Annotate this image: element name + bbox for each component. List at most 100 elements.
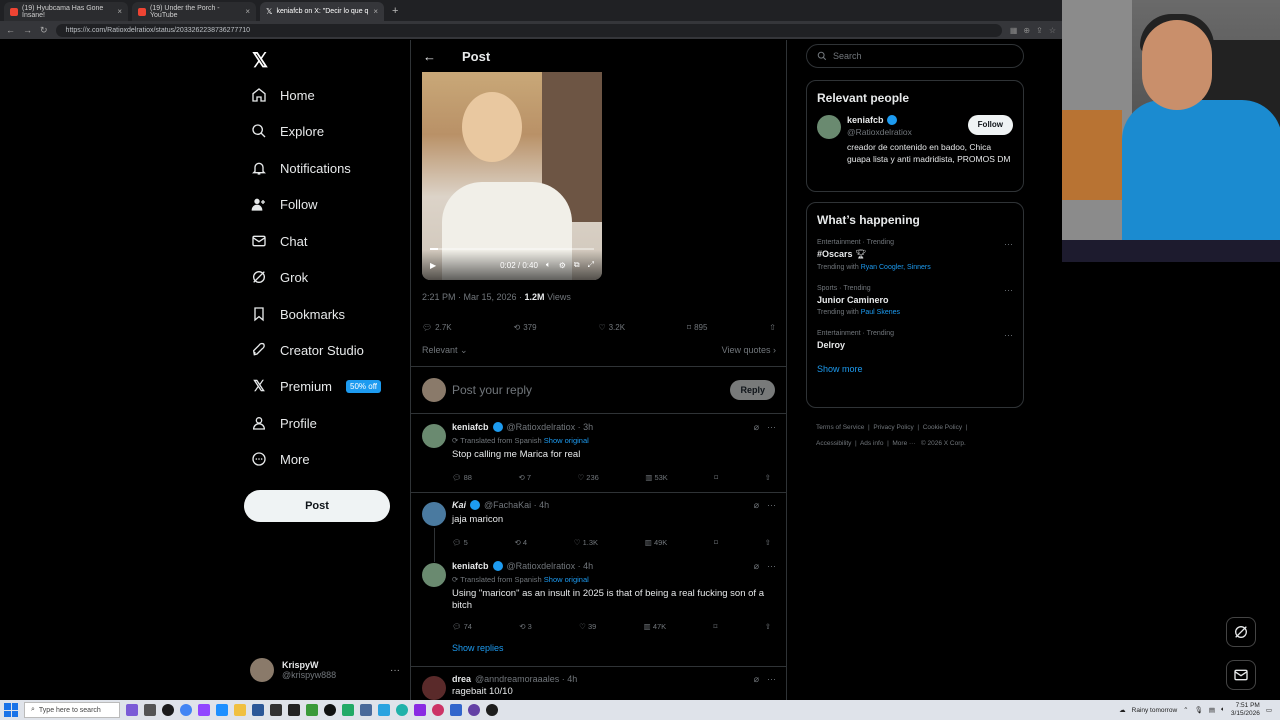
follow-button[interactable]: Follow (967, 115, 1013, 135)
nav-creator-studio[interactable]: Creator Studio (250, 341, 364, 359)
nav-follow[interactable]: Follow (250, 195, 318, 213)
close-tab-icon[interactable]: × (245, 7, 250, 16)
grok-icon[interactable]: ⌀ (754, 561, 759, 572)
reply-author-name[interactable]: drea (452, 674, 471, 684)
show-original-link[interactable]: Show original (544, 436, 589, 445)
more-dots-icon[interactable]: ··· (1004, 330, 1013, 340)
bookmark-star-icon[interactable]: ☆ (1049, 26, 1056, 35)
more-dots-icon[interactable]: ··· (1004, 285, 1013, 295)
repost-action[interactable]: ⟲ 379 (514, 323, 537, 332)
person-card[interactable]: keniafcb @Ratioxdelratiox Follow (817, 115, 1013, 139)
clock[interactable]: 7:51 PM 3/15/2026 (1231, 702, 1260, 718)
reply-author-name[interactable]: Kai (452, 500, 466, 510)
more-dots-icon[interactable]: ··· (767, 674, 776, 685)
new-tab-icon[interactable]: + (392, 2, 398, 21)
reply-action[interactable]: 💬︎ 2.7K (422, 323, 452, 332)
twitch-icon[interactable] (198, 704, 210, 716)
app-icon[interactable] (396, 704, 408, 716)
repost-action[interactable]: ⟲ 4 (515, 538, 528, 547)
nav-more[interactable]: More (250, 450, 310, 468)
chrome-icon[interactable] (180, 704, 192, 716)
footer-link[interactable]: Privacy Policy (873, 424, 913, 431)
views-action[interactable]: ▥ 49K (645, 538, 668, 547)
x-logo-icon[interactable]: 𝕏 (252, 48, 268, 73)
extensions-icon[interactable]: ▦ (1010, 26, 1018, 35)
network-icon[interactable]: ▤ (1209, 706, 1215, 714)
browser-tab[interactable]: (19) Hyubcama Has Gone Insane! × (4, 2, 128, 21)
task-view-icon[interactable] (144, 704, 156, 716)
more-dots-icon[interactable]: ··· (767, 500, 776, 511)
bookmark-icon[interactable]: ⌑ (714, 622, 718, 631)
browser-tab[interactable]: (19) Under the Porch - YouTube × (132, 2, 256, 21)
app-icon[interactable] (270, 704, 282, 716)
edge-icon[interactable] (216, 704, 228, 716)
show-original-link[interactable]: Show original (544, 575, 589, 584)
trend-item[interactable]: Entertainment · Trending #Oscars 🏆︎ Tren… (817, 239, 1013, 271)
like-action[interactable]: ♡ 236 (577, 473, 598, 482)
app-icon[interactable] (288, 704, 300, 716)
like-action[interactable]: ♡ 3.2K (598, 323, 625, 332)
share-icon[interactable]: ⇪ (1036, 26, 1043, 35)
notifications-icon[interactable]: ▭ (1266, 706, 1272, 714)
footer-link[interactable]: Accessibility (816, 440, 851, 447)
nav-premium[interactable]: 𝕏 Premium 50% off (250, 377, 381, 395)
reply-author-handle[interactable]: @FachaKai · 4h (484, 500, 549, 510)
more-dots-icon[interactable]: ··· (1004, 239, 1013, 249)
grok-floating-button[interactable] (1226, 617, 1256, 647)
grok-icon[interactable]: ⌀ (754, 674, 759, 685)
steam-icon[interactable] (486, 704, 498, 716)
volume-icon[interactable]: 🔈︎ (546, 260, 551, 270)
app-icon[interactable] (162, 704, 174, 716)
zoom-icon[interactable]: ⊕ (1023, 26, 1030, 35)
nav-notifications[interactable]: Notifications (250, 159, 351, 177)
forward-icon[interactable]: → (23, 25, 32, 35)
close-tab-icon[interactable]: × (117, 7, 122, 16)
trend-related[interactable]: Paul Skenes (861, 309, 900, 316)
like-action[interactable]: ♡ 1.3K (574, 538, 598, 547)
reply-author-handle[interactable]: @anndreamoraaales · 4h (475, 674, 577, 684)
footer-link[interactable]: More ··· (892, 440, 915, 447)
app-icon[interactable] (252, 704, 264, 716)
reply-action[interactable]: 💬︎ 74 (452, 622, 472, 631)
nav-chat[interactable]: Chat (250, 232, 307, 250)
nav-home[interactable]: Home (250, 86, 315, 104)
url-field[interactable]: https://x.com/Ratioxdelratiox/status/203… (55, 23, 1002, 37)
windows-start-icon[interactable] (4, 703, 18, 717)
more-dots-icon[interactable]: ··· (390, 665, 400, 676)
footer-link[interactable]: Cookie Policy (923, 424, 962, 431)
bookmark-icon[interactable]: ⌑ (714, 473, 718, 482)
search-input[interactable]: Search (806, 44, 1024, 68)
weather-icon[interactable]: ☁︎ (1119, 706, 1126, 714)
mic-icon[interactable]: 🎙︎ (1195, 706, 1203, 714)
share-icon[interactable]: ⇧ (765, 622, 771, 631)
chevron-up-icon[interactable]: ⌃ (1183, 706, 1188, 714)
bookmark-icon[interactable]: ⌑ (714, 538, 718, 547)
more-dots-icon[interactable]: ··· (767, 422, 776, 433)
reply-author-name[interactable]: keniafcb (452, 561, 489, 571)
grok-icon[interactable]: ⌀ (754, 500, 759, 511)
fullscreen-icon[interactable]: ⤢ (588, 260, 594, 270)
folder-icon[interactable] (234, 704, 246, 716)
views-action[interactable]: ▥ 47K (644, 622, 667, 631)
share-action[interactable]: ⇧ (769, 323, 776, 332)
app-icon[interactable] (126, 704, 138, 716)
reload-icon[interactable]: ↻ (40, 25, 48, 36)
pip-icon[interactable]: ⧉ (574, 260, 580, 270)
reply-author-handle[interactable]: @Ratioxdelratiox · 3h (507, 422, 594, 432)
show-replies-link[interactable]: Show replies (452, 643, 775, 653)
messages-floating-button[interactable] (1226, 660, 1256, 690)
footer-link[interactable]: Ads info (860, 440, 884, 447)
reply-action[interactable]: 💬︎ 5 (452, 538, 468, 547)
grok-icon[interactable]: ⌀ (754, 422, 759, 433)
obs-icon[interactable] (468, 704, 480, 716)
trend-related[interactable]: Ryan Coogler, Sinners (861, 264, 931, 271)
app-icon[interactable] (414, 704, 426, 716)
trend-item[interactable]: Sports · Trending Junior Caminero Trendi… (817, 285, 1013, 316)
app-icon[interactable] (450, 704, 462, 716)
reply-input[interactable]: Post your reply (452, 383, 724, 397)
play-icon[interactable]: ▶ (430, 261, 436, 270)
video-player[interactable]: ▶ 0:02 / 0:40 🔈︎ ⚙︎ ⧉ ⤢ (422, 72, 602, 280)
close-tab-icon[interactable]: × (373, 7, 378, 16)
reply-item[interactable]: Kai @FachaKai · 4h ⌀ ··· jaja maricon 💬︎ … (411, 500, 786, 560)
app-icon[interactable] (360, 704, 372, 716)
